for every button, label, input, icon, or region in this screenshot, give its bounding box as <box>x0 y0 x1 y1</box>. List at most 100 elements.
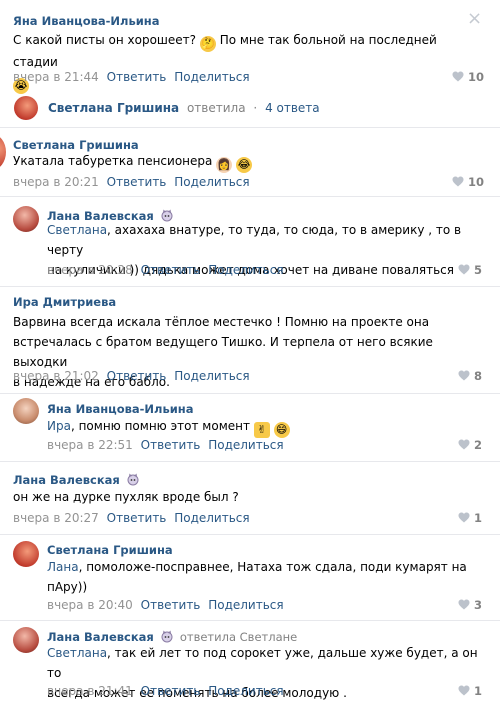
like-button[interactable]: 3 <box>458 598 482 612</box>
comment-author[interactable]: Ира Дмитриева <box>13 295 116 309</box>
reply-button[interactable]: Ответить <box>141 684 201 698</box>
heart-icon <box>452 176 464 187</box>
comment-time[interactable]: вчера в 20:21 <box>13 175 99 189</box>
comment-reply: Лана Валевская Светлана, ахахаха внатуре… <box>0 197 500 286</box>
share-button[interactable]: Поделиться <box>208 684 283 698</box>
comment-meta: вчера в 22:51 Ответить Поделиться <box>47 438 284 452</box>
reply-button[interactable]: Ответить <box>141 263 201 277</box>
reply-button[interactable]: Ответить <box>107 511 167 525</box>
victory-hand-emoji-icon: ✌ <box>253 422 270 438</box>
like-button[interactable]: 1 <box>458 684 482 698</box>
addressee-link[interactable]: Светлана <box>47 646 107 660</box>
avatar[interactable] <box>13 541 39 567</box>
like-button[interactable]: 2 <box>458 438 482 452</box>
comment-meta: вчера в 21:41 Ответить Поделиться <box>47 684 284 698</box>
comment-time[interactable]: вчера в 20:40 <box>47 598 133 612</box>
like-button[interactable]: 10 <box>452 70 484 84</box>
comment-text: он же на дурке пухляк вроде был ? <box>13 490 239 504</box>
woman-emoji-icon: 👩 <box>216 157 233 173</box>
comment: Ира Дмитриева Варвина всегда искала тёпл… <box>0 287 500 393</box>
heart-icon <box>458 685 470 696</box>
laughing-emoji-icon: 😂 <box>236 157 253 173</box>
comment-meta: вчера в 20:40 Ответить Поделиться <box>47 598 284 612</box>
avatar[interactable] <box>14 96 38 120</box>
like-button[interactable]: 1 <box>458 511 482 525</box>
like-button[interactable]: 8 <box>458 369 482 383</box>
thread-replied: ответила <box>186 101 246 115</box>
thread-summary[interactable]: Светлана Гришина ответила · 4 ответа <box>0 90 500 126</box>
heart-icon <box>458 599 470 610</box>
comment-author[interactable]: Светлана Гришина <box>13 138 139 152</box>
comment-meta: вчера в 20:21 Ответить Поделиться <box>13 175 250 189</box>
addressee-link[interactable]: Лана <box>47 560 79 574</box>
like-count: 3 <box>474 598 483 612</box>
comment-text: С какой писты он хорошеет? 🤔 По мне так … <box>13 33 437 94</box>
addressee-link[interactable]: Ира <box>47 419 71 433</box>
comment-reply: Светлана Гришина Лана, помоложе-посправн… <box>0 535 500 621</box>
share-button[interactable]: Поделиться <box>174 175 249 189</box>
comment-meta: вчера в 20:27 Ответить Поделиться <box>13 511 250 525</box>
share-button[interactable]: Поделиться <box>208 438 283 452</box>
comment: Лана Валевская он же на дурке пухляк вро… <box>0 462 500 534</box>
comment-time[interactable]: вчера в 21:41 <box>47 684 133 698</box>
comment-text: Лана, помоложе-посправнее, Натаха тож сд… <box>47 560 467 594</box>
comment-reply: Лана Валевская ответила Светлане Светлана… <box>0 621 500 700</box>
reply-button[interactable]: Ответить <box>107 369 167 383</box>
thread-summary-text: Светлана Гришина ответила · 4 ответа <box>48 101 320 115</box>
like-count: 1 <box>474 684 483 698</box>
comment-meta: вчера в 20:28 Ответить Поделиться <box>47 263 284 277</box>
comment-time[interactable]: вчера в 22:51 <box>47 438 133 452</box>
thread-answers-link[interactable]: 4 ответа <box>265 101 320 115</box>
comment-author[interactable]: Яна Иванцова-Ильина <box>47 402 194 416</box>
share-button[interactable]: Поделиться <box>174 70 249 84</box>
comment-time[interactable]: вчера в 20:27 <box>13 511 99 525</box>
like-count: 5 <box>474 263 483 277</box>
smile-emoji-icon: 😄 <box>273 422 290 438</box>
replied-to-label[interactable]: ответила Светлане <box>180 630 297 644</box>
thinking-emoji-icon: 🤔 <box>199 36 216 52</box>
avatar[interactable] <box>13 398 39 424</box>
kitty-badge-icon <box>126 472 140 486</box>
comment-text: Ира, помню помню этот момент ✌ 😄 <box>47 416 487 438</box>
reply-button[interactable]: Ответить <box>107 175 167 189</box>
comment: Яна Иванцова-Ильина С какой писты он хор… <box>0 0 500 94</box>
addressee-link[interactable]: Светлана <box>47 223 107 237</box>
like-count: 1 <box>474 511 483 525</box>
avatar[interactable] <box>13 627 39 653</box>
share-button[interactable]: Поделиться <box>174 369 249 383</box>
thread-dot: · <box>253 101 258 115</box>
avatar[interactable] <box>0 134 6 170</box>
heart-icon <box>458 439 470 450</box>
like-button[interactable]: 10 <box>452 175 484 189</box>
comment: Светлана Гришина Укатала табуретка пенси… <box>0 128 500 198</box>
like-count: 8 <box>474 369 483 383</box>
kitty-badge-icon <box>160 629 174 643</box>
like-count: 10 <box>468 175 485 189</box>
reply-button[interactable]: Ответить <box>141 598 201 612</box>
heart-icon <box>452 71 464 82</box>
share-button[interactable]: Поделиться <box>208 263 283 277</box>
share-button[interactable]: Поделиться <box>174 511 249 525</box>
comment-time[interactable]: вчера в 21:44 <box>13 70 99 84</box>
heart-icon <box>458 264 470 275</box>
reply-button[interactable]: Ответить <box>107 70 167 84</box>
comment-author[interactable]: Светлана Гришина <box>47 543 173 557</box>
comment-meta: вчера в 21:44 Ответить Поделиться <box>13 70 250 84</box>
like-count: 2 <box>474 438 483 452</box>
reply-button[interactable]: Ответить <box>141 438 201 452</box>
comment-author[interactable]: Лана Валевская ответила Светлане <box>47 629 297 644</box>
comment-meta: вчера в 21:02 Ответить Поделиться <box>13 369 250 383</box>
share-button[interactable]: Поделиться <box>208 598 283 612</box>
comment-time[interactable]: вчера в 20:28 <box>47 263 133 277</box>
heart-icon <box>458 370 470 381</box>
comment-time[interactable]: вчера в 21:02 <box>13 369 99 383</box>
like-button[interactable]: 5 <box>458 263 482 277</box>
comment-author[interactable]: Лана Валевская <box>13 472 140 487</box>
comment-author[interactable]: Яна Иванцова-Ильина <box>13 14 160 28</box>
avatar[interactable] <box>13 206 39 232</box>
like-count: 10 <box>468 70 485 84</box>
heart-icon <box>458 512 470 523</box>
thread-author[interactable]: Светлана Гришина <box>48 101 179 115</box>
comment-reply: Яна Иванцова-Ильина Ира, помню помню это… <box>0 394 500 458</box>
comment-text: Укатала табуретка пенсионера 👩 😂 <box>13 154 253 173</box>
